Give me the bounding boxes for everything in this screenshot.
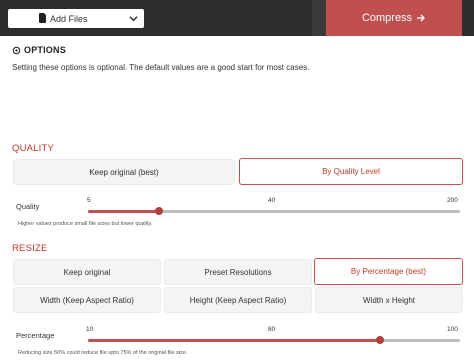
resize-mode-percentage[interactable]: By Percentage (best) [314,258,463,285]
quality-slider-fill [88,210,159,213]
resize-mode-height[interactable]: Height (Keep Aspect Ratio) [164,287,312,313]
quality-mode-label: Keep original (best) [89,167,159,177]
quality-tick-mid: 40 [268,197,276,204]
resize-mode-preset[interactable]: Preset Resolutions [164,259,312,285]
quality-tick-max: 200 [447,197,458,204]
arrow-right-icon [417,14,425,22]
quality-mode-label: By Quality Level [322,167,380,176]
compress-button[interactable]: Compress [326,0,462,36]
resize-title: RESIZE [12,243,48,254]
options-title: OPTIONS [24,45,66,55]
percentage-tick-max: 100 [447,326,458,333]
add-files-label: Add Files [50,13,88,24]
percentage-slider-thumb[interactable] [376,336,384,344]
percentage-tick-min: 10 [86,326,94,333]
quality-hint: Higher values produce small file sizes b… [18,221,153,227]
gear-icon [12,46,21,54]
percentage-tick-mid: 80 [268,326,276,333]
quality-slider-label: Quality [16,202,40,211]
quality-slider-thumb[interactable] [155,207,163,215]
options-header: OPTIONS [12,45,66,55]
percentage-slider-fill [88,339,380,342]
resize-mode-width-height[interactable]: Width x Height [315,287,463,313]
quality-title: QUALITY [12,143,55,154]
resize-mode-width[interactable]: Width (Keep Aspect Ratio) [13,287,161,313]
quality-mode-keep-original[interactable]: Keep original (best) [13,159,235,185]
resize-mode-keep-original[interactable]: Keep original [13,259,161,285]
quality-mode-by-level[interactable]: By Quality Level [239,158,463,185]
percentage-slider-track[interactable] [88,339,460,342]
quality-slider-track[interactable] [88,210,460,213]
resize-mode-label: Width (Keep Aspect Ratio) [40,295,134,305]
top-bar: Add Files Compress [0,0,474,36]
resize-mode-label: Height (Keep Aspect Ratio) [189,295,287,305]
chevron-down-icon [129,16,138,22]
resize-mode-label: Width x Height [362,295,416,305]
resize-mode-label: Keep original [63,267,111,277]
compress-label: Compress [361,12,413,24]
resize-mode-label: Preset Resolutions [204,267,272,277]
options-description: Setting these options is optional. The d… [12,63,310,72]
quality-tick-min: 5 [87,197,91,204]
add-files-dropdown[interactable]: Add Files [8,9,144,28]
percentage-slider-label: Percentage [16,331,55,340]
file-icon [39,13,46,23]
percentage-hint: Reducing size 50% could reduce file upto… [18,350,188,356]
resize-mode-label: By Percentage (best) [350,267,427,276]
